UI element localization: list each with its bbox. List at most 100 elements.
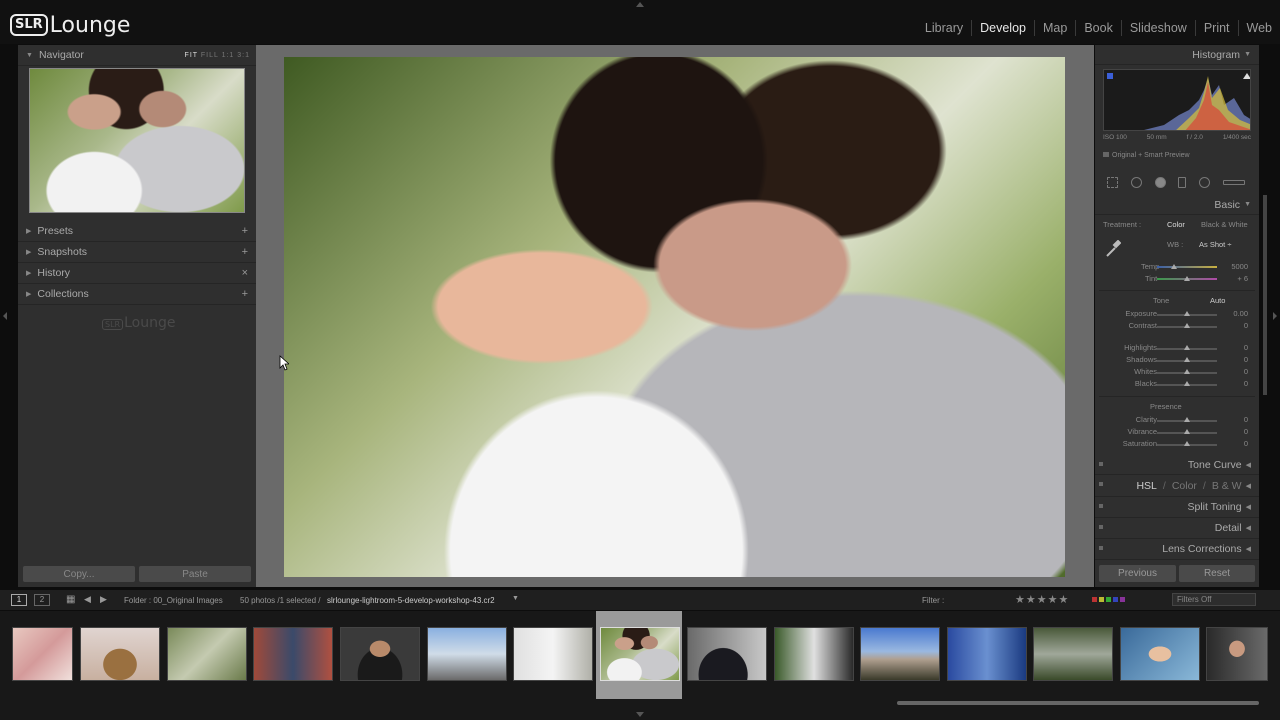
highlights-value[interactable]: 0 [1223, 343, 1248, 352]
presets-header[interactable]: ▶ Presets + [18, 221, 256, 242]
zoom-1-1[interactable]: 1:1 [222, 52, 235, 59]
folder-source[interactable]: Folder : 00_Original Images [124, 596, 223, 605]
collections-header[interactable]: ▶ Collections + [18, 284, 256, 305]
filmstrip-cell[interactable] [163, 611, 249, 699]
filmstrip-cell[interactable] [1029, 611, 1115, 699]
module-library[interactable]: Library [917, 20, 971, 36]
vibrance-slider-knob[interactable] [1184, 429, 1190, 434]
filename-menu-icon[interactable]: ▼ [512, 595, 519, 602]
back-arrow-icon[interactable]: ◀ [84, 594, 91, 605]
photo-thumbnail[interactable] [1206, 627, 1268, 681]
shadows-value[interactable]: 0 [1223, 355, 1248, 364]
main-photo[interactable] [284, 57, 1065, 577]
add-collection-button[interactable]: + [242, 288, 248, 300]
add-preset-button[interactable]: + [242, 225, 248, 237]
filmstrip-cell[interactable] [423, 611, 509, 699]
treatment-color[interactable]: Color [1167, 220, 1185, 229]
hsl-tab[interactable]: HSL [1136, 480, 1156, 492]
split-toning-header[interactable]: Split Toning ◀ [1095, 497, 1259, 518]
navigator-header[interactable]: ▼ Navigator FIT FILL 1:1 3:1 [18, 45, 256, 66]
filmstrip-cell[interactable] [336, 611, 422, 699]
grid-view-icon[interactable]: ▦ [66, 594, 75, 605]
photo-thumbnail[interactable] [340, 627, 420, 681]
whites-slider-knob[interactable] [1184, 369, 1190, 374]
panel-switch-icon[interactable] [1099, 462, 1103, 466]
photo-thumbnail[interactable] [12, 627, 73, 681]
hsl-header[interactable]: HSL / Color / B & W ◀ [1095, 475, 1259, 497]
filmstrip-scrollbar[interactable] [897, 701, 1259, 705]
exposure-value[interactable]: 0.00 [1223, 309, 1248, 318]
module-develop[interactable]: Develop [971, 20, 1034, 36]
photo-thumbnail[interactable] [860, 627, 940, 681]
forward-arrow-icon[interactable]: ▶ [100, 594, 107, 605]
module-print[interactable]: Print [1194, 20, 1238, 36]
spot-removal-icon[interactable] [1130, 176, 1142, 188]
collapse-bottom-arrow-icon[interactable] [636, 712, 644, 717]
graduated-filter-icon[interactable] [1178, 176, 1187, 188]
panel-switch-icon[interactable] [1099, 504, 1103, 508]
filters-dropdown[interactable]: Filters Off [1172, 593, 1256, 606]
tone-curve-header[interactable]: Tone Curve ◀ [1095, 455, 1259, 475]
tint-slider-knob[interactable] [1184, 276, 1190, 281]
photo-thumbnail[interactable] [1033, 627, 1113, 681]
collapse-left-arrow-icon[interactable] [3, 312, 7, 320]
add-snapshot-button[interactable]: + [242, 246, 248, 258]
filmstrip-cell[interactable] [77, 611, 163, 699]
hsl-color-tab[interactable]: Color [1172, 480, 1197, 492]
module-slideshow[interactable]: Slideshow [1120, 20, 1195, 36]
tint-value[interactable]: + 6 [1223, 274, 1248, 283]
adjustment-brush-icon[interactable] [1222, 179, 1245, 185]
photo-thumbnail[interactable] [167, 627, 247, 681]
treatment-bw[interactable]: Black & White [1201, 220, 1248, 229]
basic-header[interactable]: Basic ▼ [1095, 195, 1259, 215]
vibrance-value[interactable]: 0 [1223, 427, 1248, 436]
photo-thumbnail[interactable] [947, 627, 1027, 681]
rating-filter-stars[interactable]: ★★★★★ [1015, 593, 1069, 606]
highlight-clip-indicator[interactable] [1243, 73, 1251, 79]
photo-thumbnail[interactable] [513, 627, 593, 681]
paste-settings-button[interactable]: Paste [139, 566, 251, 582]
panel-switch-icon[interactable] [1099, 482, 1103, 486]
copy-settings-button[interactable]: Copy... [23, 566, 135, 582]
filmstrip-cell[interactable] [683, 611, 769, 699]
collapse-right-arrow-icon[interactable] [1273, 312, 1277, 320]
collapse-top-arrow-icon[interactable] [636, 2, 644, 7]
filmstrip-cell[interactable] [1116, 611, 1202, 699]
photo-thumbnail[interactable] [427, 627, 507, 681]
temp-value[interactable]: 5000 [1223, 262, 1248, 271]
filmstrip-cell-selected[interactable] [596, 611, 682, 699]
contrast-slider-knob[interactable] [1184, 323, 1190, 328]
temp-slider[interactable] [1157, 266, 1217, 268]
histogram[interactable] [1103, 69, 1251, 131]
color-label-filter[interactable] [1092, 597, 1125, 602]
temp-slider-knob[interactable] [1171, 264, 1177, 269]
clarity-slider-knob[interactable] [1184, 417, 1190, 422]
blacks-slider-knob[interactable] [1184, 381, 1190, 386]
filmstrip-cell[interactable] [250, 611, 336, 699]
hsl-bw-tab[interactable]: B & W [1212, 480, 1242, 492]
panel-switch-icon[interactable] [1099, 546, 1103, 550]
clarity-value[interactable]: 0 [1223, 415, 1248, 424]
shadow-clip-indicator[interactable] [1107, 73, 1113, 79]
wb-dropdown[interactable]: As Shot ÷ [1199, 240, 1231, 249]
right-panel-scrollbar[interactable] [1263, 195, 1267, 395]
photo-thumbnail[interactable] [253, 627, 333, 681]
history-header[interactable]: ▶ History × [18, 263, 256, 284]
photo-thumbnail-selected[interactable] [600, 627, 680, 681]
zoom-3-1[interactable]: 3:1 [237, 52, 250, 59]
reset-button[interactable]: Reset [1179, 565, 1255, 582]
detail-header[interactable]: Detail ◀ [1095, 518, 1259, 539]
red-eye-icon[interactable] [1154, 176, 1166, 188]
wb-eyedropper-icon[interactable] [1105, 240, 1121, 258]
whites-value[interactable]: 0 [1223, 367, 1248, 376]
photo-thumbnail[interactable] [774, 627, 854, 681]
radial-filter-icon[interactable] [1198, 176, 1210, 188]
histogram-header[interactable]: Histogram ▼ [1095, 45, 1259, 65]
contrast-value[interactable]: 0 [1223, 321, 1248, 330]
filmstrip-cell[interactable] [1202, 611, 1280, 699]
module-book[interactable]: Book [1075, 20, 1121, 36]
filmstrip-cell[interactable] [509, 611, 595, 699]
snapshots-header[interactable]: ▶ Snapshots + [18, 242, 256, 263]
shadows-slider-knob[interactable] [1184, 357, 1190, 362]
second-window-button[interactable]: 2 [34, 594, 50, 606]
